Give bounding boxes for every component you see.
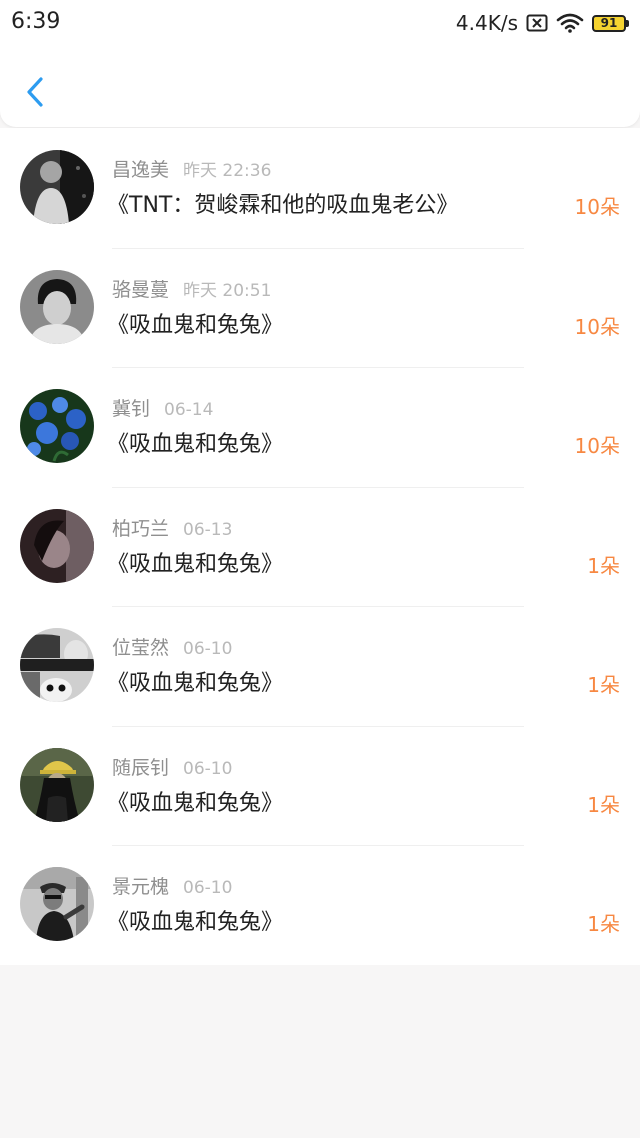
send-time: 昨天 20:51 bbox=[183, 280, 272, 301]
list-item[interactable]: 随辰钊 06-10 《吸血鬼和兔兔》 1朵 bbox=[0, 725, 640, 846]
sender-name: 柏巧兰 bbox=[112, 517, 170, 540]
story-title: 《吸血鬼和兔兔》 bbox=[107, 551, 284, 577]
battery-level: 91 bbox=[592, 14, 626, 32]
list-item[interactable]: 景元槐 06-10 《吸血鬼和兔兔》 1朵 bbox=[0, 845, 640, 965]
send-time: 06-10 bbox=[183, 878, 233, 898]
list-item[interactable]: 昌逸美 昨天 22:36 《TNT：贺峻霖和他的吸血鬼老公》 10朵 bbox=[0, 128, 640, 248]
send-time: 06-10 bbox=[183, 639, 233, 659]
avatar bbox=[20, 389, 94, 463]
flower-count: 1朵 bbox=[587, 912, 620, 936]
wifi-icon bbox=[556, 13, 584, 33]
flower-count: 1朵 bbox=[587, 792, 620, 817]
back-arrow-icon bbox=[27, 77, 43, 107]
sender-line: 位莹然 06-10 bbox=[112, 636, 232, 661]
sender-name: 随辰钊 bbox=[112, 756, 170, 779]
story-title: 《吸血鬼和兔兔》 bbox=[107, 312, 284, 338]
list-item[interactable]: 骆曼蔓 昨天 20:51 《吸血鬼和兔兔》 10朵 bbox=[0, 247, 640, 368]
send-time: 昨天 22:36 bbox=[183, 161, 272, 181]
sender-name: 位莹然 bbox=[112, 637, 170, 659]
flower-count: 10朵 bbox=[574, 434, 620, 458]
send-time: 06-14 bbox=[164, 400, 214, 420]
sender-line: 冀钊 06-14 bbox=[112, 397, 213, 422]
battery-tip bbox=[626, 19, 629, 27]
flower-count: 10朵 bbox=[574, 195, 620, 219]
sender-name: 冀钊 bbox=[112, 398, 151, 420]
sim-x-icon bbox=[526, 14, 548, 32]
avatar bbox=[20, 867, 94, 941]
avatar bbox=[20, 269, 94, 344]
flower-count: 1朵 bbox=[587, 553, 620, 578]
avatar bbox=[20, 747, 94, 822]
story-title: 《吸血鬼和兔兔》 bbox=[107, 790, 284, 816]
sender-name: 骆曼蔓 bbox=[112, 278, 170, 301]
status-bar: 6:39 4.4K/s 91 bbox=[0, 0, 640, 46]
list-item[interactable]: 位莹然 06-10 《吸血鬼和兔兔》 1朵 bbox=[0, 606, 640, 726]
list-item[interactable]: 柏巧兰 06-13 《吸血鬼和兔兔》 1朵 bbox=[0, 486, 640, 607]
story-title: 《吸血鬼和兔兔》 bbox=[107, 671, 284, 696]
avatar bbox=[20, 628, 94, 702]
status-indicators: 4.4K/s 91 bbox=[456, 9, 630, 37]
sender-line: 景元槐 06-10 bbox=[112, 875, 232, 900]
send-time: 06-13 bbox=[183, 519, 233, 540]
sender-line: 柏巧兰 06-13 bbox=[112, 517, 232, 542]
story-title: 《吸血鬼和兔兔》 bbox=[107, 910, 284, 935]
battery-icon: 91 bbox=[592, 14, 630, 32]
send-time: 06-10 bbox=[183, 758, 233, 779]
gift-record-list: 昌逸美 昨天 22:36 《TNT：贺峻霖和他的吸血鬼老公》 10朵 骆曼蔓 昨天 … bbox=[0, 128, 640, 965]
list-item[interactable]: 冀钊 06-14 《吸血鬼和兔兔》 10朵 bbox=[0, 367, 640, 487]
back-button[interactable] bbox=[18, 70, 52, 114]
avatar bbox=[20, 150, 94, 224]
sender-line: 骆曼蔓 昨天 20:51 bbox=[112, 278, 271, 303]
status-time: 6:39 bbox=[11, 9, 61, 34]
sender-name: 景元槐 bbox=[112, 876, 170, 898]
story-title: 《TNT：贺峻霖和他的吸血鬼老公》 bbox=[107, 193, 459, 218]
story-title: 《吸血鬼和兔兔》 bbox=[107, 432, 284, 457]
app-header: 6:39 4.4K/s 91 bbox=[0, 0, 640, 127]
network-speed: 4.4K/s bbox=[455, 11, 518, 35]
flower-count: 1朵 bbox=[587, 673, 620, 697]
flower-count: 10朵 bbox=[574, 314, 620, 339]
sender-line: 随辰钊 06-10 bbox=[112, 756, 232, 781]
avatar bbox=[20, 508, 94, 583]
sender-line: 昌逸美 昨天 22:36 bbox=[112, 158, 271, 183]
sender-name: 昌逸美 bbox=[112, 159, 170, 181]
